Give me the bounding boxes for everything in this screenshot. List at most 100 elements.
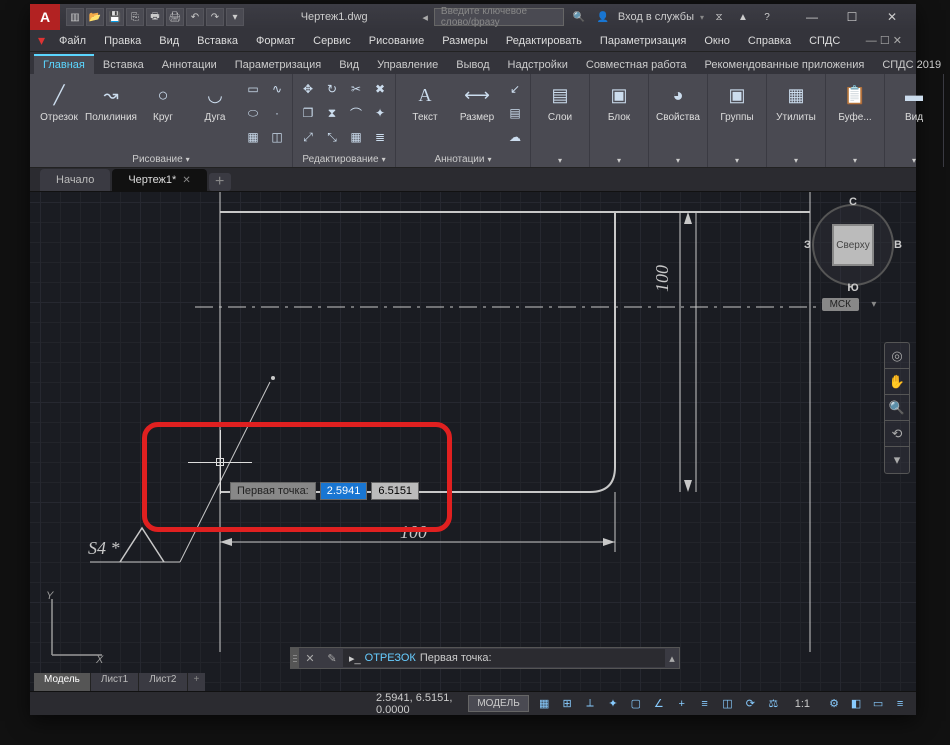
menu-insert[interactable]: Вставка	[189, 33, 246, 49]
menu-format[interactable]: Формат	[248, 33, 303, 49]
menu-help[interactable]: Справка	[740, 33, 799, 49]
layout-2[interactable]: Лист2	[139, 673, 187, 691]
status-gear-icon[interactable]: ⚙	[824, 695, 844, 713]
tool-table-icon[interactable]: ▤	[504, 102, 526, 124]
ribtab-spds[interactable]: СПДС 2019	[873, 56, 950, 74]
tool-polyline[interactable]: ↝Полилиния	[86, 76, 136, 127]
qat-plot-icon[interactable]: 🖶	[146, 8, 164, 26]
viewcube-e[interactable]: В	[894, 239, 902, 251]
status-polar-icon[interactable]: ✦	[606, 695, 621, 713]
doctab-active[interactable]: Чертеж1*✕	[112, 169, 206, 191]
tool-array-icon[interactable]: ▦	[345, 126, 367, 148]
doctab-add[interactable]: +	[209, 173, 231, 191]
app-icon[interactable]: ▲	[734, 8, 752, 26]
viewcube-cs[interactable]: МСК	[822, 298, 859, 311]
viewcube[interactable]: С Ю В З Сверху МСК ▾	[798, 200, 908, 340]
tool-arc[interactable]: ◡Дуга	[190, 76, 240, 127]
qat-save-icon[interactable]: 💾	[106, 8, 124, 26]
menu-dims[interactable]: Размеры	[434, 33, 496, 49]
ribtab-home[interactable]: Главная	[34, 54, 94, 74]
tool-region-icon[interactable]: ◫	[266, 126, 288, 148]
search-icon[interactable]: 🔍	[570, 8, 588, 26]
status-osnap-icon[interactable]: ▢	[628, 695, 643, 713]
tool-props[interactable]: ◕Свойства	[653, 76, 703, 127]
tool-line[interactable]: ╱Отрезок	[34, 76, 84, 127]
cmdline-config-icon[interactable]: ✎	[321, 652, 343, 665]
tool-view[interactable]: ▬Вид	[889, 76, 939, 127]
minimize-button[interactable]: —	[792, 4, 832, 30]
ribtab-collab[interactable]: Совместная работа	[577, 56, 696, 74]
menu-edit[interactable]: Правка	[96, 33, 149, 49]
menu-service[interactable]: Сервис	[305, 33, 359, 49]
menu-draw[interactable]: Рисование	[361, 33, 432, 49]
tool-hatch-icon[interactable]: ▦	[242, 126, 264, 148]
tool-circle[interactable]: ○Круг	[138, 76, 188, 127]
qat-new-icon[interactable]: ▥	[66, 8, 84, 26]
layout-add[interactable]: +	[188, 673, 206, 691]
tool-move-icon[interactable]: ✥	[297, 78, 319, 100]
dynamic-input[interactable]: Первая точка: 2.5941 6.5151	[230, 482, 419, 500]
status-annot-icon[interactable]: ⚖	[766, 695, 781, 713]
cmdline-handle[interactable]	[291, 648, 299, 668]
signin-link[interactable]: Вход в службы	[618, 11, 694, 23]
menu-param[interactable]: Параметризация	[592, 33, 694, 49]
tool-dim[interactable]: ⟷Размер	[452, 76, 502, 127]
menu-modify[interactable]: Редактировать	[498, 33, 590, 49]
menu-view[interactable]: Вид	[151, 33, 187, 49]
ribtab-featured[interactable]: Рекомендованные приложения	[696, 56, 874, 74]
tool-leader-icon[interactable]: ↙	[504, 78, 526, 100]
tool-stretch-icon[interactable]: ⤢	[297, 126, 319, 148]
status-clean-icon[interactable]: ▭	[868, 695, 888, 713]
dyninput-y[interactable]: 6.5151	[371, 482, 419, 500]
ribtab-manage[interactable]: Управление	[368, 56, 447, 74]
ribtab-view[interactable]: Вид	[330, 56, 368, 74]
qat-more-icon[interactable]: ▾	[226, 8, 244, 26]
panel-draw-label[interactable]: Рисование	[132, 154, 182, 165]
maximize-button[interactable]: ☐	[832, 4, 872, 30]
ribtab-insert[interactable]: Вставка	[94, 56, 153, 74]
status-custom-icon[interactable]: ≡	[890, 695, 910, 713]
tool-ellipse-icon[interactable]: ⬭	[242, 102, 264, 124]
nav-zoom-icon[interactable]: 🔍	[885, 395, 909, 421]
tool-trim-icon[interactable]: ✂	[345, 78, 367, 100]
close-tab-icon[interactable]: ✕	[182, 175, 190, 186]
status-scale[interactable]: 1:1	[789, 698, 816, 710]
help-icon[interactable]: ?	[758, 8, 776, 26]
viewcube-face[interactable]: Сверху	[832, 224, 874, 266]
doctab-start[interactable]: Начало	[40, 169, 110, 191]
tool-layers[interactable]: ▤Слои	[535, 76, 585, 127]
status-track-icon[interactable]: ∠	[651, 695, 666, 713]
menu-window[interactable]: Окно	[696, 33, 738, 49]
ribtab-annot[interactable]: Аннотации	[153, 56, 226, 74]
viewcube-s[interactable]: Ю	[847, 282, 858, 294]
tool-explode-icon[interactable]: ✦	[369, 102, 391, 124]
viewcube-n[interactable]: С	[849, 196, 857, 208]
tool-offset-icon[interactable]: ≣	[369, 126, 391, 148]
ribtab-param[interactable]: Параметризация	[226, 56, 330, 74]
panel-annot-label[interactable]: Аннотации	[434, 154, 484, 165]
status-cycle-icon[interactable]: ⟳	[743, 695, 758, 713]
cmdline-history-icon[interactable]: ▴	[665, 652, 679, 665]
command-line[interactable]: ✕ ✎ ▸_ ОТРЕЗОК Первая точка: ▴	[290, 647, 680, 669]
tool-copy-icon[interactable]: ❐	[297, 102, 319, 124]
menu-spds[interactable]: СПДС	[801, 33, 848, 49]
menu-file[interactable]: Файл	[51, 33, 94, 49]
status-lw-icon[interactable]: ≡	[697, 695, 712, 713]
status-trans-icon[interactable]: ◫	[720, 695, 735, 713]
cmdline-close-icon[interactable]: ✕	[299, 652, 321, 665]
close-button[interactable]: ✕	[872, 4, 912, 30]
tool-scale-icon[interactable]: ⤡	[321, 126, 343, 148]
viewcube-w[interactable]: З	[804, 239, 811, 251]
tool-erase-icon[interactable]: ✖	[369, 78, 391, 100]
tool-rotate-icon[interactable]: ↻	[321, 78, 343, 100]
app-menu-icon[interactable]: ▾	[34, 32, 49, 49]
tool-fillet-icon[interactable]: ⌒	[345, 102, 367, 124]
status-snap-icon[interactable]: ⊞	[560, 695, 575, 713]
search-input[interactable]: Введите ключевое слово/фразу	[434, 8, 564, 26]
ribtab-addins[interactable]: Надстройки	[499, 56, 577, 74]
ribtab-output[interactable]: Вывод	[447, 56, 498, 74]
tool-utils[interactable]: ▦Утилиты	[771, 76, 821, 127]
status-dyn-icon[interactable]: +	[674, 695, 689, 713]
tool-clip[interactable]: 📋Буфе...	[830, 76, 880, 127]
qat-print-icon[interactable]: 🖨	[166, 8, 184, 26]
